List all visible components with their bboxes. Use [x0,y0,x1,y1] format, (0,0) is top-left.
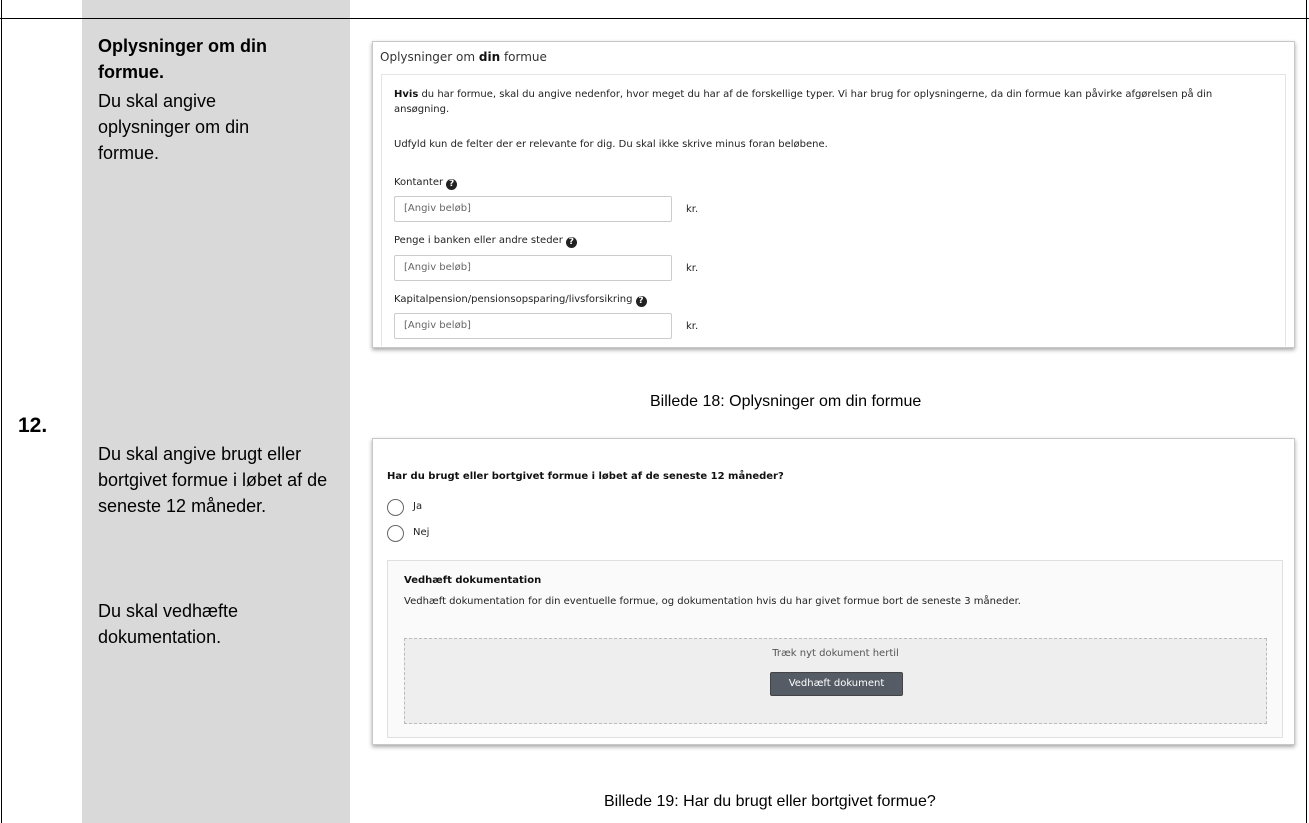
currency-unit: kr. [686,263,699,274]
radio-ja[interactable] [387,499,404,516]
attachment-section: Vedhæft dokumentation Vedhæft dokumentat… [387,560,1283,738]
figure-caption: Billede 18: Oplysninger om din formue [650,393,922,410]
field-label-pension: Kapitalpension/pensionsopsparing/livsfor… [394,294,647,307]
table-row-divider [0,18,1309,19]
field-label-bank: Penge i banken eller andre steder? [394,235,577,248]
panel-title: Oplysninger om din formue [380,50,547,64]
drop-zone-text: Træk nyt dokument hertil [772,648,899,659]
formue-form-screenshot: Oplysninger om din formue Hvis du har fo… [372,41,1295,348]
field-label-kontanter: Kontanter? [394,177,458,190]
help-icon[interactable]: ? [635,296,647,307]
instruction-text: Du skal angive oplysninger om din formue… [98,91,250,163]
pension-input[interactable]: [Angiv beløb] [394,313,672,339]
table-border-left [1,0,2,823]
instruction-text: Du skal angive brugt eller bortgivet for… [98,444,328,516]
radio-label-ja: Ja [413,501,423,512]
currency-unit: kr. [686,204,699,215]
intro-text: Hvis du har formue, skal du angive neden… [394,89,1213,115]
help-icon[interactable]: ? [446,179,458,190]
table-border-right [1306,0,1307,823]
document-page: 12. Oplysninger om din formue. Du skal a… [0,0,1309,823]
bortgivet-formue-screenshot: Har du brugt eller bortgivet formue i lø… [372,438,1295,745]
bank-input[interactable]: [Angiv beløb] [394,255,672,281]
attachment-title: Vedhæft dokumentation [404,575,542,586]
figure-caption: Billede 19: Har du brugt eller bortgivet… [604,793,936,810]
step-number: 12. [18,414,48,437]
instruction-text: Du skal vedhæfte dokumentation. [98,601,239,647]
question-text: Har du brugt eller bortgivet formue i lø… [387,471,784,482]
section-heading: Oplysninger om din formue. [98,36,268,82]
intro-note: Udfyld kun de felter der er relevante fo… [394,139,828,150]
help-icon[interactable]: ? [565,237,577,248]
kontanter-input[interactable]: [Angiv beløb] [394,196,672,222]
currency-unit: kr. [686,321,699,332]
attach-document-button[interactable]: Vedhæft dokument [770,672,903,696]
file-drop-zone[interactable]: Træk nyt dokument hertil Vedhæft dokumen… [404,638,1267,724]
form-body: Hvis du har formue, skal du angive neden… [381,74,1286,346]
attachment-description: Vedhæft dokumentation for din eventuelle… [404,596,1021,607]
radio-label-nej: Nej [413,527,430,538]
radio-nej[interactable] [387,525,404,542]
